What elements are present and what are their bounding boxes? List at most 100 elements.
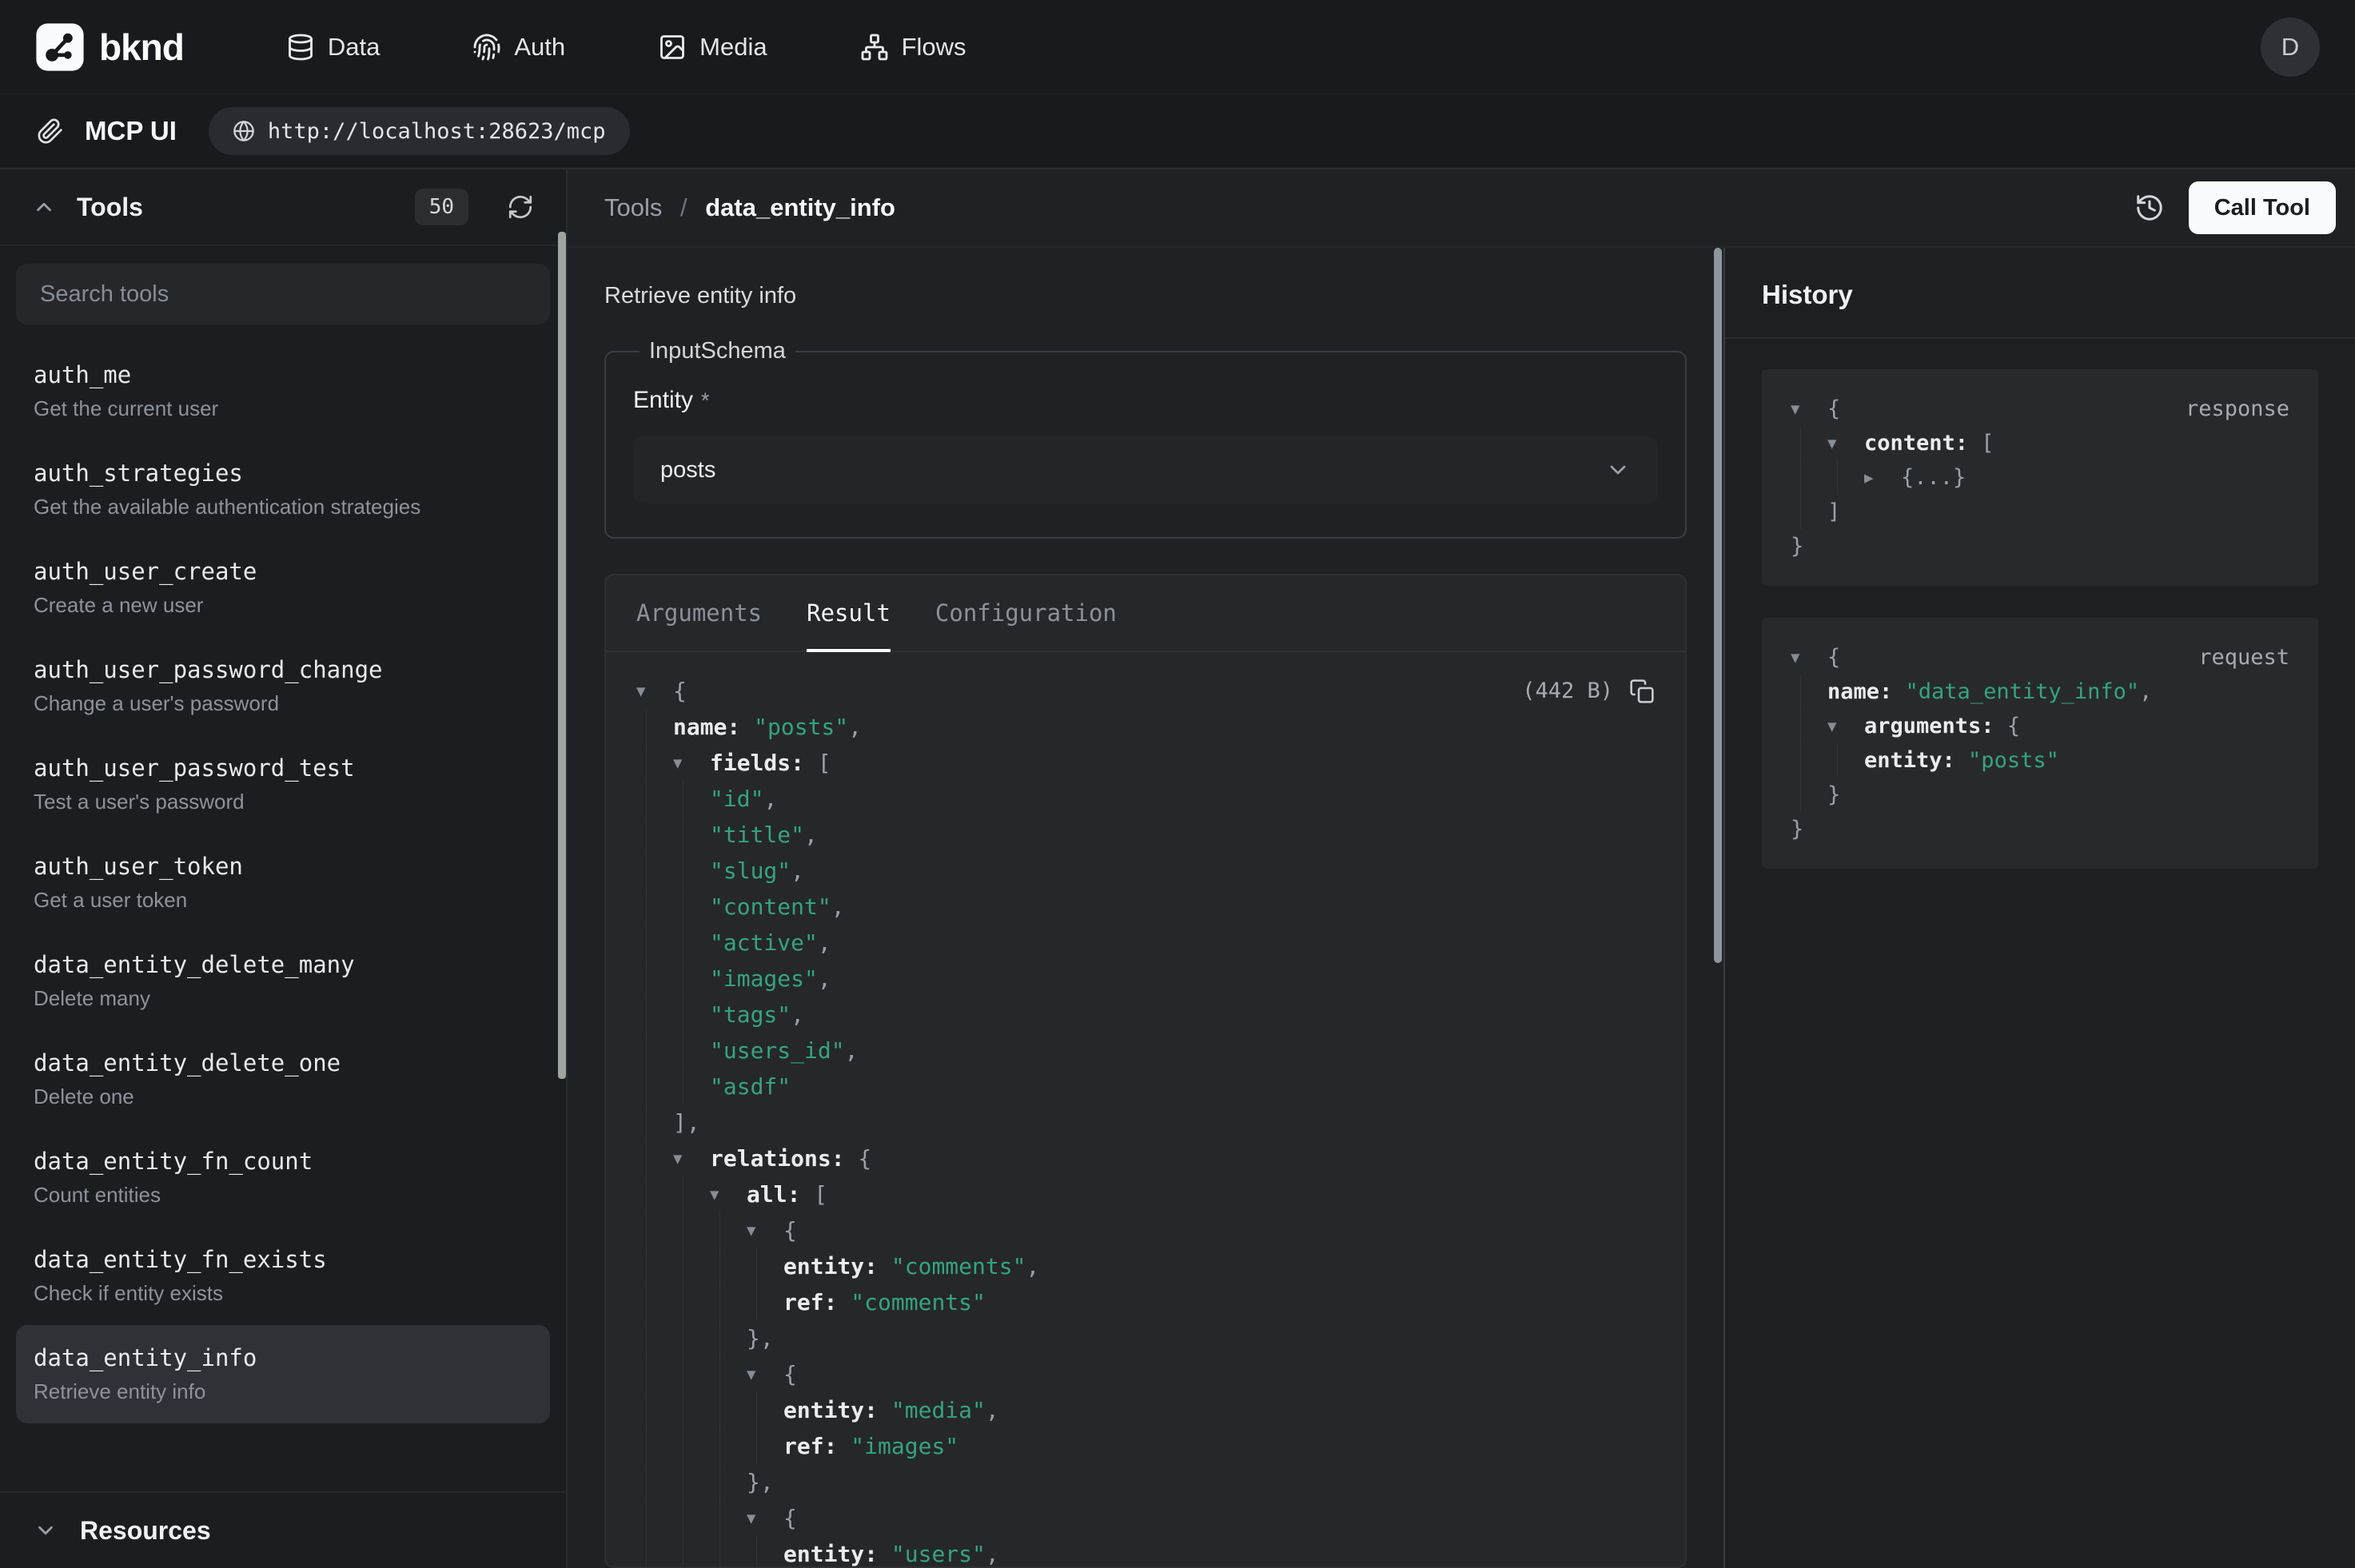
history-response-card[interactable]: ▼{response▼content: [▶{...}]} bbox=[1762, 369, 2318, 586]
breadcrumb: Tools / data_entity_info bbox=[604, 193, 895, 222]
required-mark: * bbox=[701, 388, 710, 412]
top-navbar: bknd Data Auth Media Flows D bbox=[0, 0, 2355, 94]
collapse-arrow-icon[interactable]: ▼ bbox=[673, 1150, 710, 1168]
json-line: "users_id", bbox=[636, 1033, 1655, 1069]
tool-item-data_entity_delete_many[interactable]: data_entity_delete_many Delete many bbox=[16, 932, 550, 1030]
copy-icon[interactable] bbox=[1629, 679, 1655, 704]
tool-item-auth_strategies[interactable]: auth_strategies Get the available authen… bbox=[16, 440, 550, 539]
input-schema-legend: InputSchema bbox=[640, 338, 795, 364]
history-request-card[interactable]: ▼{requestname: "data_entity_info",▼argum… bbox=[1762, 618, 2318, 869]
collapse-arrow-icon[interactable]: ▼ bbox=[710, 1186, 747, 1204]
tool-description: Retrieve entity info bbox=[34, 1379, 532, 1404]
tool-item-auth_user_password_test[interactable]: auth_user_password_test Test a user's pa… bbox=[16, 735, 550, 834]
line-meta-label: (442 B) bbox=[1522, 679, 1613, 703]
tool-item-data_entity_info[interactable]: data_entity_info Retrieve entity info bbox=[16, 1325, 550, 1423]
json-key: relations: bbox=[710, 1145, 845, 1172]
user-avatar[interactable]: D bbox=[2261, 18, 2320, 77]
image-icon bbox=[658, 33, 687, 62]
search-tools-input[interactable] bbox=[16, 264, 550, 324]
json-line: entity: "media", bbox=[636, 1392, 1655, 1428]
json-string: "images" bbox=[837, 1433, 958, 1459]
json-string: "active" bbox=[710, 929, 818, 956]
collapse-arrow-icon[interactable]: ▼ bbox=[747, 1366, 783, 1383]
chevron-up-icon[interactable] bbox=[32, 195, 56, 219]
collapse-arrow-icon[interactable]: ▼ bbox=[1791, 649, 1827, 667]
json-line: "content", bbox=[636, 889, 1655, 925]
tools-search-wrap bbox=[0, 246, 566, 329]
json-line: entity: "comments", bbox=[636, 1248, 1655, 1284]
json-string: "comments" bbox=[837, 1289, 985, 1315]
breadcrumb-separator: / bbox=[680, 193, 687, 221]
nav-item-media[interactable]: Media bbox=[658, 33, 767, 62]
history-icon[interactable] bbox=[2134, 193, 2165, 223]
collapse-arrow-icon[interactable]: ▼ bbox=[673, 754, 710, 772]
collapse-arrow-icon[interactable]: ▼ bbox=[1791, 400, 1827, 418]
tool-description: Check if entity exists bbox=[34, 1281, 532, 1306]
breadcrumb-section[interactable]: Tools bbox=[604, 193, 662, 221]
json-line: }, bbox=[636, 1320, 1655, 1356]
tool-item-data_entity_fn_exists[interactable]: data_entity_fn_exists Check if entity ex… bbox=[16, 1227, 550, 1325]
tool-description: Get a user token bbox=[34, 888, 532, 913]
main-scrollbar[interactable] bbox=[1714, 248, 1722, 963]
tools-section-header: Tools 50 bbox=[0, 169, 566, 246]
sidebar-scrollbar[interactable] bbox=[558, 232, 566, 1079]
resources-section-header[interactable]: Resources bbox=[0, 1491, 566, 1568]
nav-item-auth[interactable]: Auth bbox=[472, 33, 565, 62]
tool-name: data_entity_fn_count bbox=[34, 1148, 532, 1175]
tool-item-auth_me[interactable]: auth_me Get the current user bbox=[16, 342, 550, 440]
tool-name: auth_strategies bbox=[34, 460, 532, 487]
tool-item-auth_user_token[interactable]: auth_user_token Get a user token bbox=[16, 834, 550, 932]
history-header: History bbox=[1725, 248, 2355, 339]
collapse-arrow-icon[interactable]: ▼ bbox=[1827, 435, 1864, 452]
json-punct: { bbox=[1827, 396, 1840, 421]
tab-arguments[interactable]: Arguments bbox=[636, 575, 762, 651]
json-string: "media" bbox=[878, 1397, 986, 1423]
json-punct: , bbox=[804, 822, 818, 848]
tool-description: Delete one bbox=[34, 1084, 532, 1109]
tool-description: Change a user's password bbox=[34, 691, 532, 716]
tool-description: Create a new user bbox=[34, 593, 532, 618]
page-title: MCP UI bbox=[85, 116, 177, 146]
tool-item-data_entity_delete_one[interactable]: data_entity_delete_one Delete one bbox=[16, 1030, 550, 1128]
collapse-arrow-icon[interactable]: ▼ bbox=[1827, 718, 1864, 735]
json-line: } bbox=[1791, 778, 2289, 812]
chevron-down-icon bbox=[34, 1518, 58, 1542]
tool-item-data_entity_fn_count[interactable]: data_entity_fn_count Count entities bbox=[16, 1128, 550, 1227]
nav-item-data[interactable]: Data bbox=[286, 33, 380, 62]
tool-name: auth_user_password_test bbox=[34, 754, 532, 782]
history-title: History bbox=[1762, 280, 2318, 310]
collapse-arrow-icon[interactable]: ▼ bbox=[747, 1510, 783, 1527]
tool-item-auth_user_create[interactable]: auth_user_create Create a new user bbox=[16, 539, 550, 637]
tool-name: auth_user_token bbox=[34, 853, 532, 880]
json-line: ▼{(442 B) bbox=[636, 673, 1655, 709]
refresh-icon[interactable] bbox=[507, 193, 534, 221]
collapse-arrow-icon[interactable]: ▼ bbox=[636, 683, 673, 700]
brand[interactable]: bknd bbox=[35, 22, 184, 72]
expand-arrow-icon[interactable]: ▶ bbox=[1864, 469, 1901, 487]
json-key: entity: bbox=[1864, 748, 1955, 773]
network-icon bbox=[860, 33, 889, 62]
nav-item-label: Auth bbox=[514, 33, 565, 62]
json-line: ▼{request bbox=[1791, 640, 2289, 675]
json-line: ▼{ bbox=[636, 1500, 1655, 1536]
json-punct: , bbox=[791, 858, 804, 884]
tab-configuration[interactable]: Configuration bbox=[935, 575, 1117, 651]
tool-item-auth_user_password_change[interactable]: auth_user_password_change Change a user'… bbox=[16, 637, 550, 735]
tab-result[interactable]: Result bbox=[807, 575, 891, 651]
json-punct: ], bbox=[673, 1109, 700, 1136]
json-punct: , bbox=[818, 965, 831, 992]
json-line: } bbox=[1791, 529, 2289, 563]
entity-select[interactable]: posts bbox=[633, 436, 1658, 503]
json-punct: { bbox=[1827, 645, 1840, 670]
tool-detail-panel: Retrieve entity info InputSchema Entity*… bbox=[568, 248, 1723, 1568]
json-line: ▼content: [ bbox=[1791, 426, 2289, 460]
server-url-pill[interactable]: http://localhost:28623/mcp bbox=[209, 107, 630, 155]
json-line: entity: "users", bbox=[636, 1536, 1655, 1566]
call-tool-button[interactable]: Call Tool bbox=[2189, 181, 2336, 234]
tool-description: Test a user's password bbox=[34, 790, 532, 814]
nav-item-flows[interactable]: Flows bbox=[860, 33, 966, 62]
json-line: }, bbox=[636, 1464, 1655, 1500]
collapse-arrow-icon[interactable]: ▼ bbox=[747, 1222, 783, 1240]
json-line: ▼{ bbox=[636, 1356, 1655, 1392]
json-key: name: bbox=[1827, 679, 1892, 704]
